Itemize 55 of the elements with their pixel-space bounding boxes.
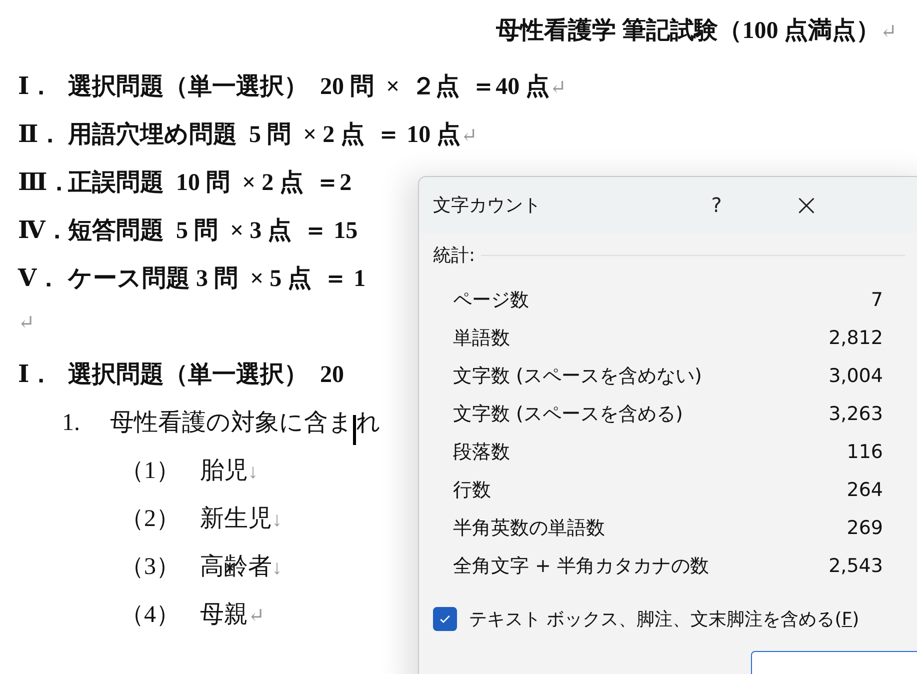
- stat-label: 単語数: [453, 326, 510, 351]
- stat-value: 3,263: [828, 403, 883, 425]
- document-text: 用語穴埋め問題 5 問 × 2 点 ＝ 10 点: [68, 120, 461, 150]
- stat-label: 全角文字 + 半角カタカナの数: [453, 554, 709, 579]
- list-number: Ⅲ．: [18, 169, 68, 198]
- stat-value: 3,004: [828, 365, 883, 387]
- stat-label: ページ数: [453, 288, 529, 313]
- checkbox[interactable]: [433, 607, 457, 631]
- paragraph-mark: ↓: [248, 461, 258, 484]
- stat-label: 半角英数の単語数: [453, 516, 605, 541]
- stat-label: 段落数: [453, 440, 510, 465]
- list-number: 1.: [62, 410, 81, 437]
- document-text: 短答問題 5 問 × 3 点 ＝ 15: [68, 216, 358, 246]
- stat-label: 文字数 (スペースを含める): [453, 402, 683, 427]
- stat-label: 行数: [453, 478, 491, 503]
- stat-value: 2,543: [828, 555, 883, 577]
- list-number: Ⅳ．: [18, 217, 68, 246]
- document-text: 新生児: [200, 504, 272, 534]
- paragraph-mark: ↓: [272, 509, 282, 532]
- paragraph-mark: ↵: [248, 604, 265, 628]
- text-cursor: [353, 415, 356, 445]
- paragraph-mark: ↵: [550, 76, 566, 100]
- list-number: Ⅱ．: [18, 121, 64, 150]
- help-button[interactable]: ?: [703, 193, 730, 217]
- document-text: 選択問題（単一選択） 20 問 × ２点 ＝40 点: [68, 72, 550, 102]
- document-text: 選択問題（単一選択） 20: [68, 361, 344, 390]
- stat-value: 2,812: [828, 327, 883, 349]
- paragraph-mark: ↵: [880, 20, 897, 44]
- dialog-title: 文字カウント: [433, 194, 542, 217]
- list-number: （3）: [120, 553, 181, 582]
- document-text: 母性看護の対象に含ま: [110, 408, 353, 438]
- document-text: 胎児: [200, 457, 248, 486]
- group-label: 統計:: [433, 244, 476, 267]
- checkbox-label[interactable]: テキスト ボックス、脚注、文末脚注を含める(F): [469, 607, 860, 631]
- document-title: 母性看護学 筆記試験（100 点満点）: [496, 16, 880, 46]
- list-number: Ⅴ．: [18, 265, 62, 294]
- list-number: Ⅰ．: [18, 73, 54, 102]
- list-number: Ⅰ．: [18, 361, 54, 390]
- paragraph-mark: ↓: [272, 557, 282, 580]
- document-text: 高齢者: [200, 552, 272, 582]
- list-number: （2）: [120, 505, 181, 534]
- document-text: れ: [356, 409, 381, 438]
- stat-value: 269: [846, 517, 883, 539]
- list-number: （1）: [120, 457, 181, 486]
- stat-value: 116: [846, 441, 883, 463]
- document-text: 正誤問題 10 問 × 2 点 ＝2: [68, 168, 352, 198]
- list-number: （4）: [120, 601, 181, 630]
- stat-label: 文字数 (スペースを含めない): [453, 364, 702, 389]
- paragraph-mark: ↵: [460, 124, 478, 148]
- document-text: ケース問題 3 問 × 5 点 ＝ 1: [68, 264, 366, 294]
- stat-value: 7: [870, 289, 883, 311]
- paragraph-mark: ↵: [18, 311, 35, 335]
- stat-value: 264: [846, 479, 883, 501]
- document-text: 母親: [200, 601, 248, 630]
- close-button[interactable]: ×: [786, 188, 827, 222]
